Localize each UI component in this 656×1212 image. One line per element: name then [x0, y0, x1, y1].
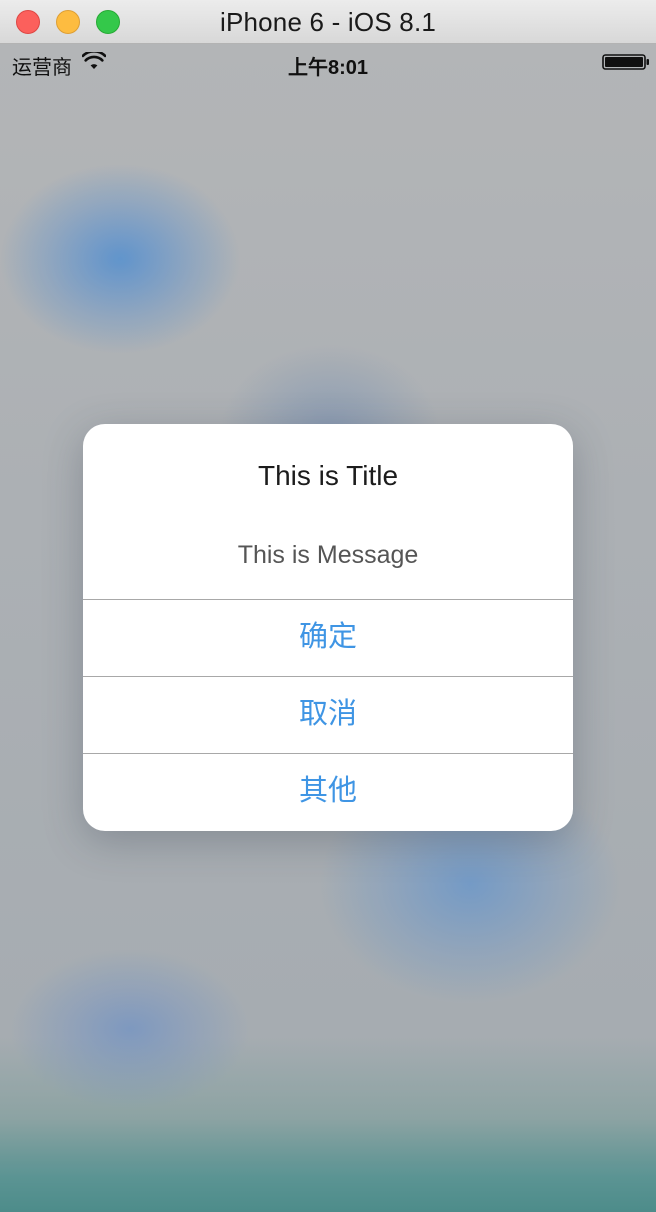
alert-message: This is Message: [237, 541, 419, 569]
confirm-button[interactable]: 确定: [83, 599, 573, 676]
cancel-button[interactable]: 取消: [83, 676, 573, 753]
simulator-window: iPhone 6 - iOS 8.1 运营商 上午8:01 This is Ti…: [0, 0, 656, 1212]
alert-dialog: This is Title This is Message 确定 取消 其他: [83, 424, 573, 831]
alert-title: This is Title: [257, 460, 399, 491]
simulator-screen: 运营商 上午8:01 This is Title This is Message…: [0, 44, 656, 1212]
other-button[interactable]: 其他: [83, 753, 573, 830]
window-titlebar[interactable]: iPhone 6 - iOS 8.1: [0, 0, 656, 44]
window-title: iPhone 6 - iOS 8.1: [219, 7, 437, 37]
